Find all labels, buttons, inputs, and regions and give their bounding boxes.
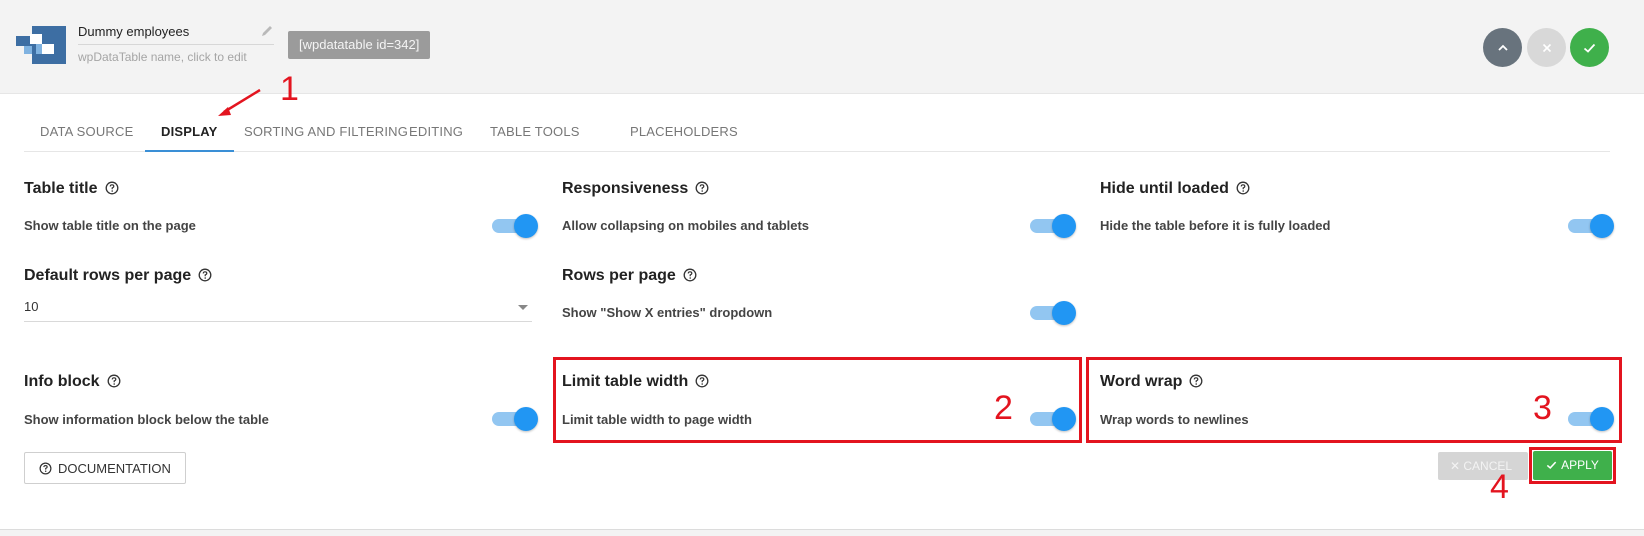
collapse-button[interactable] — [1483, 28, 1522, 67]
hide-until-loaded-toggle[interactable] — [1568, 214, 1614, 238]
word-wrap-label: Word wrap — [1100, 373, 1183, 390]
hide-until-loaded-desc: Hide the table before it is fully loaded — [1100, 218, 1331, 233]
annotation-number-4: 4 — [1490, 468, 1509, 506]
annotation-number-3: 3 — [1533, 389, 1552, 427]
rows-per-page-desc: Show "Show X entries" dropdown — [562, 305, 773, 320]
help-circle-icon[interactable] — [695, 374, 709, 388]
table-logo-icon — [16, 26, 66, 64]
annotation-number-1: 1 — [280, 70, 299, 108]
info-block-heading: Info block — [24, 373, 121, 391]
responsiveness-toggle[interactable] — [1030, 214, 1076, 238]
help-circle-icon[interactable] — [695, 181, 709, 195]
pencil-icon[interactable] — [260, 24, 274, 38]
limit-width-heading: Limit table width — [562, 373, 709, 391]
responsiveness-desc: Allow collapsing on mobiles and tablets — [562, 218, 810, 233]
apply-button[interactable]: APPLY — [1533, 451, 1612, 480]
rows-per-page-toggle[interactable] — [1030, 301, 1076, 325]
hide-until-loaded-heading: Hide until loaded — [1100, 180, 1250, 198]
table-name[interactable]: Dummy employees — [78, 22, 274, 45]
help-circle-icon[interactable] — [1189, 374, 1203, 388]
tab-data-source[interactable]: DATA SOURCE — [24, 112, 149, 152]
hide-until-loaded-label: Hide until loaded — [1100, 180, 1229, 197]
documentation-button[interactable]: DOCUMENTATION — [24, 452, 186, 484]
table-title-heading: Table title — [24, 180, 119, 198]
rows-per-page-label: Rows per page — [562, 267, 676, 284]
table-title-toggle[interactable] — [492, 214, 538, 238]
chevron-down-icon — [518, 305, 528, 310]
help-circle-icon[interactable] — [107, 374, 121, 388]
arrow-annotation-icon — [218, 88, 261, 116]
limit-width-label: Limit table width — [562, 373, 689, 390]
save-button[interactable] — [1570, 28, 1609, 67]
table-name-hint: wpDataTable name, click to edit — [78, 50, 247, 64]
info-block-label: Info block — [24, 373, 100, 390]
limit-width-toggle[interactable] — [1030, 407, 1076, 431]
chevron-up-icon — [1497, 44, 1508, 51]
word-wrap-heading: Word wrap — [1100, 373, 1203, 391]
responsiveness-heading: Responsiveness — [562, 180, 709, 198]
default-rows-select[interactable]: 10 — [24, 292, 532, 322]
table-title-desc: Show table title on the page — [24, 218, 196, 233]
apply-label: APPLY — [1561, 458, 1599, 472]
cancel-button[interactable]: ✕ CANCEL — [1438, 452, 1528, 480]
help-circle-icon[interactable] — [683, 268, 697, 282]
info-block-desc: Show information block below the table — [24, 412, 269, 427]
check-icon — [1546, 461, 1557, 469]
word-wrap-desc: Wrap words to newlines — [1100, 412, 1249, 427]
help-circle-icon — [39, 462, 52, 474]
help-circle-icon[interactable] — [105, 181, 119, 195]
default-rows-heading: Default rows per page — [24, 267, 212, 285]
limit-width-desc: Limit table width to page width — [562, 412, 752, 427]
responsiveness-label: Responsiveness — [562, 180, 689, 197]
close-icon — [1542, 43, 1551, 52]
check-icon — [1583, 43, 1596, 53]
rows-per-page-heading: Rows per page — [562, 267, 697, 285]
shortcode-badge[interactable]: [wpdatatable id=342] — [288, 31, 431, 59]
annotation-number-2: 2 — [994, 389, 1013, 427]
settings-panel: DATA SOURCE DISPLAY SORTING AND FILTERIN… — [0, 72, 1644, 530]
info-block-toggle[interactable] — [492, 407, 538, 431]
documentation-label: DOCUMENTATION — [58, 460, 171, 476]
tab-table-tools[interactable]: TABLE TOOLS — [474, 112, 596, 152]
default-rows-label: Default rows per page — [24, 267, 192, 284]
help-circle-icon[interactable] — [1236, 181, 1250, 195]
table-name-editor[interactable]: Dummy employees wpDataTable name, click … — [78, 22, 274, 64]
header-bar: Dummy employees wpDataTable name, click … — [0, 0, 1644, 94]
tab-placeholders[interactable]: PLACEHOLDERS — [614, 112, 754, 152]
default-rows-value: 10 — [24, 299, 39, 314]
tab-editing[interactable]: EDITING — [393, 112, 479, 152]
close-button[interactable] — [1527, 28, 1566, 67]
help-circle-icon[interactable] — [198, 268, 212, 282]
word-wrap-toggle[interactable] — [1568, 407, 1614, 431]
table-title-label: Table title — [24, 180, 98, 197]
